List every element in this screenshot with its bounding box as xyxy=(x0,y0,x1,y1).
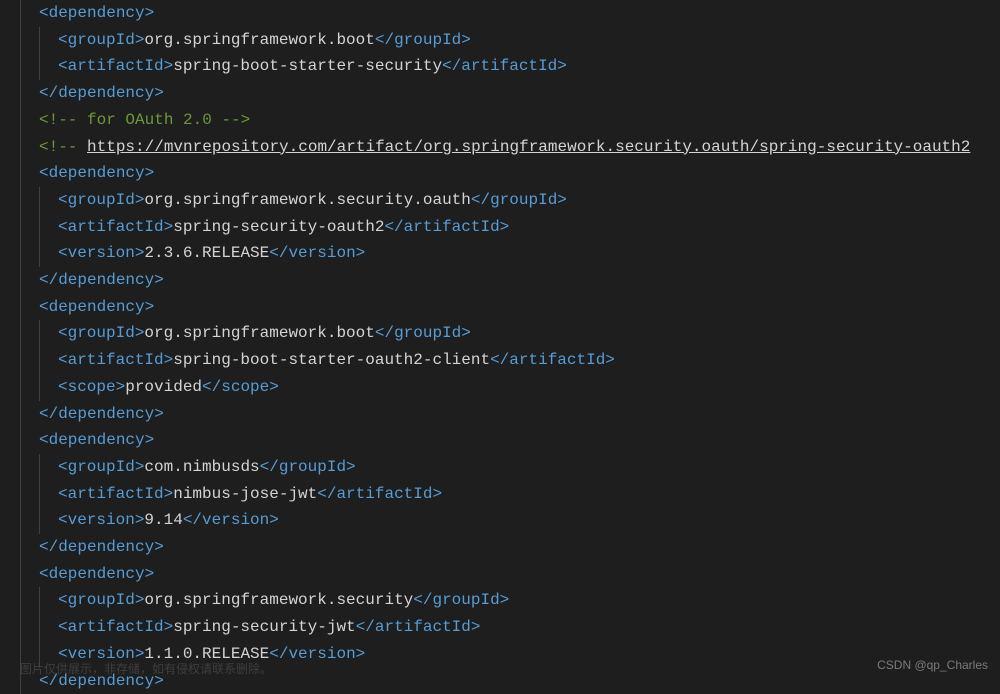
code-line: <artifactId>spring-security-jwt</artifac… xyxy=(20,614,1000,641)
watermark-text: CSDN @qp_Charles xyxy=(877,652,988,679)
footer-disclaimer: 图片仅供展示，非存储，如有侵权请联系删除。 xyxy=(20,656,272,683)
code-line: <artifactId>spring-boot-starter-security… xyxy=(20,53,1000,80)
code-line: <!-- for OAuth 2.0 --> xyxy=(20,107,1000,134)
code-line: <artifactId>spring-security-oauth2</arti… xyxy=(20,214,1000,241)
code-line: <dependency> xyxy=(20,561,1000,588)
code-line: <groupId>org.springframework.security</g… xyxy=(20,587,1000,614)
code-line: <groupId>com.nimbusds</groupId> xyxy=(20,454,1000,481)
code-line: </dependency> xyxy=(20,534,1000,561)
code-line: </dependency> xyxy=(20,267,1000,294)
code-editor-content[interactable]: <dependency><groupId>org.springframework… xyxy=(0,0,1000,694)
code-line: <dependency> xyxy=(20,294,1000,321)
code-line: <groupId>org.springframework.boot</group… xyxy=(20,320,1000,347)
code-line: <dependency> xyxy=(20,160,1000,187)
code-line: <version>2.3.6.RELEASE</version> xyxy=(20,240,1000,267)
code-line: <dependency> xyxy=(20,427,1000,454)
code-line: </dependency> xyxy=(20,80,1000,107)
code-line: <!-- https://mvnrepository.com/artifact/… xyxy=(20,134,1000,161)
code-line: <artifactId>spring-boot-starter-oauth2-c… xyxy=(20,347,1000,374)
code-line: <dependency> xyxy=(20,0,1000,27)
code-line: <artifactId>nimbus-jose-jwt</artifactId> xyxy=(20,481,1000,508)
code-line: <groupId>org.springframework.security.oa… xyxy=(20,187,1000,214)
code-line: <groupId>org.springframework.boot</group… xyxy=(20,27,1000,54)
code-line: </dependency> xyxy=(20,401,1000,428)
code-line: <version>9.14</version> xyxy=(20,507,1000,534)
code-line: <scope>provided</scope> xyxy=(20,374,1000,401)
